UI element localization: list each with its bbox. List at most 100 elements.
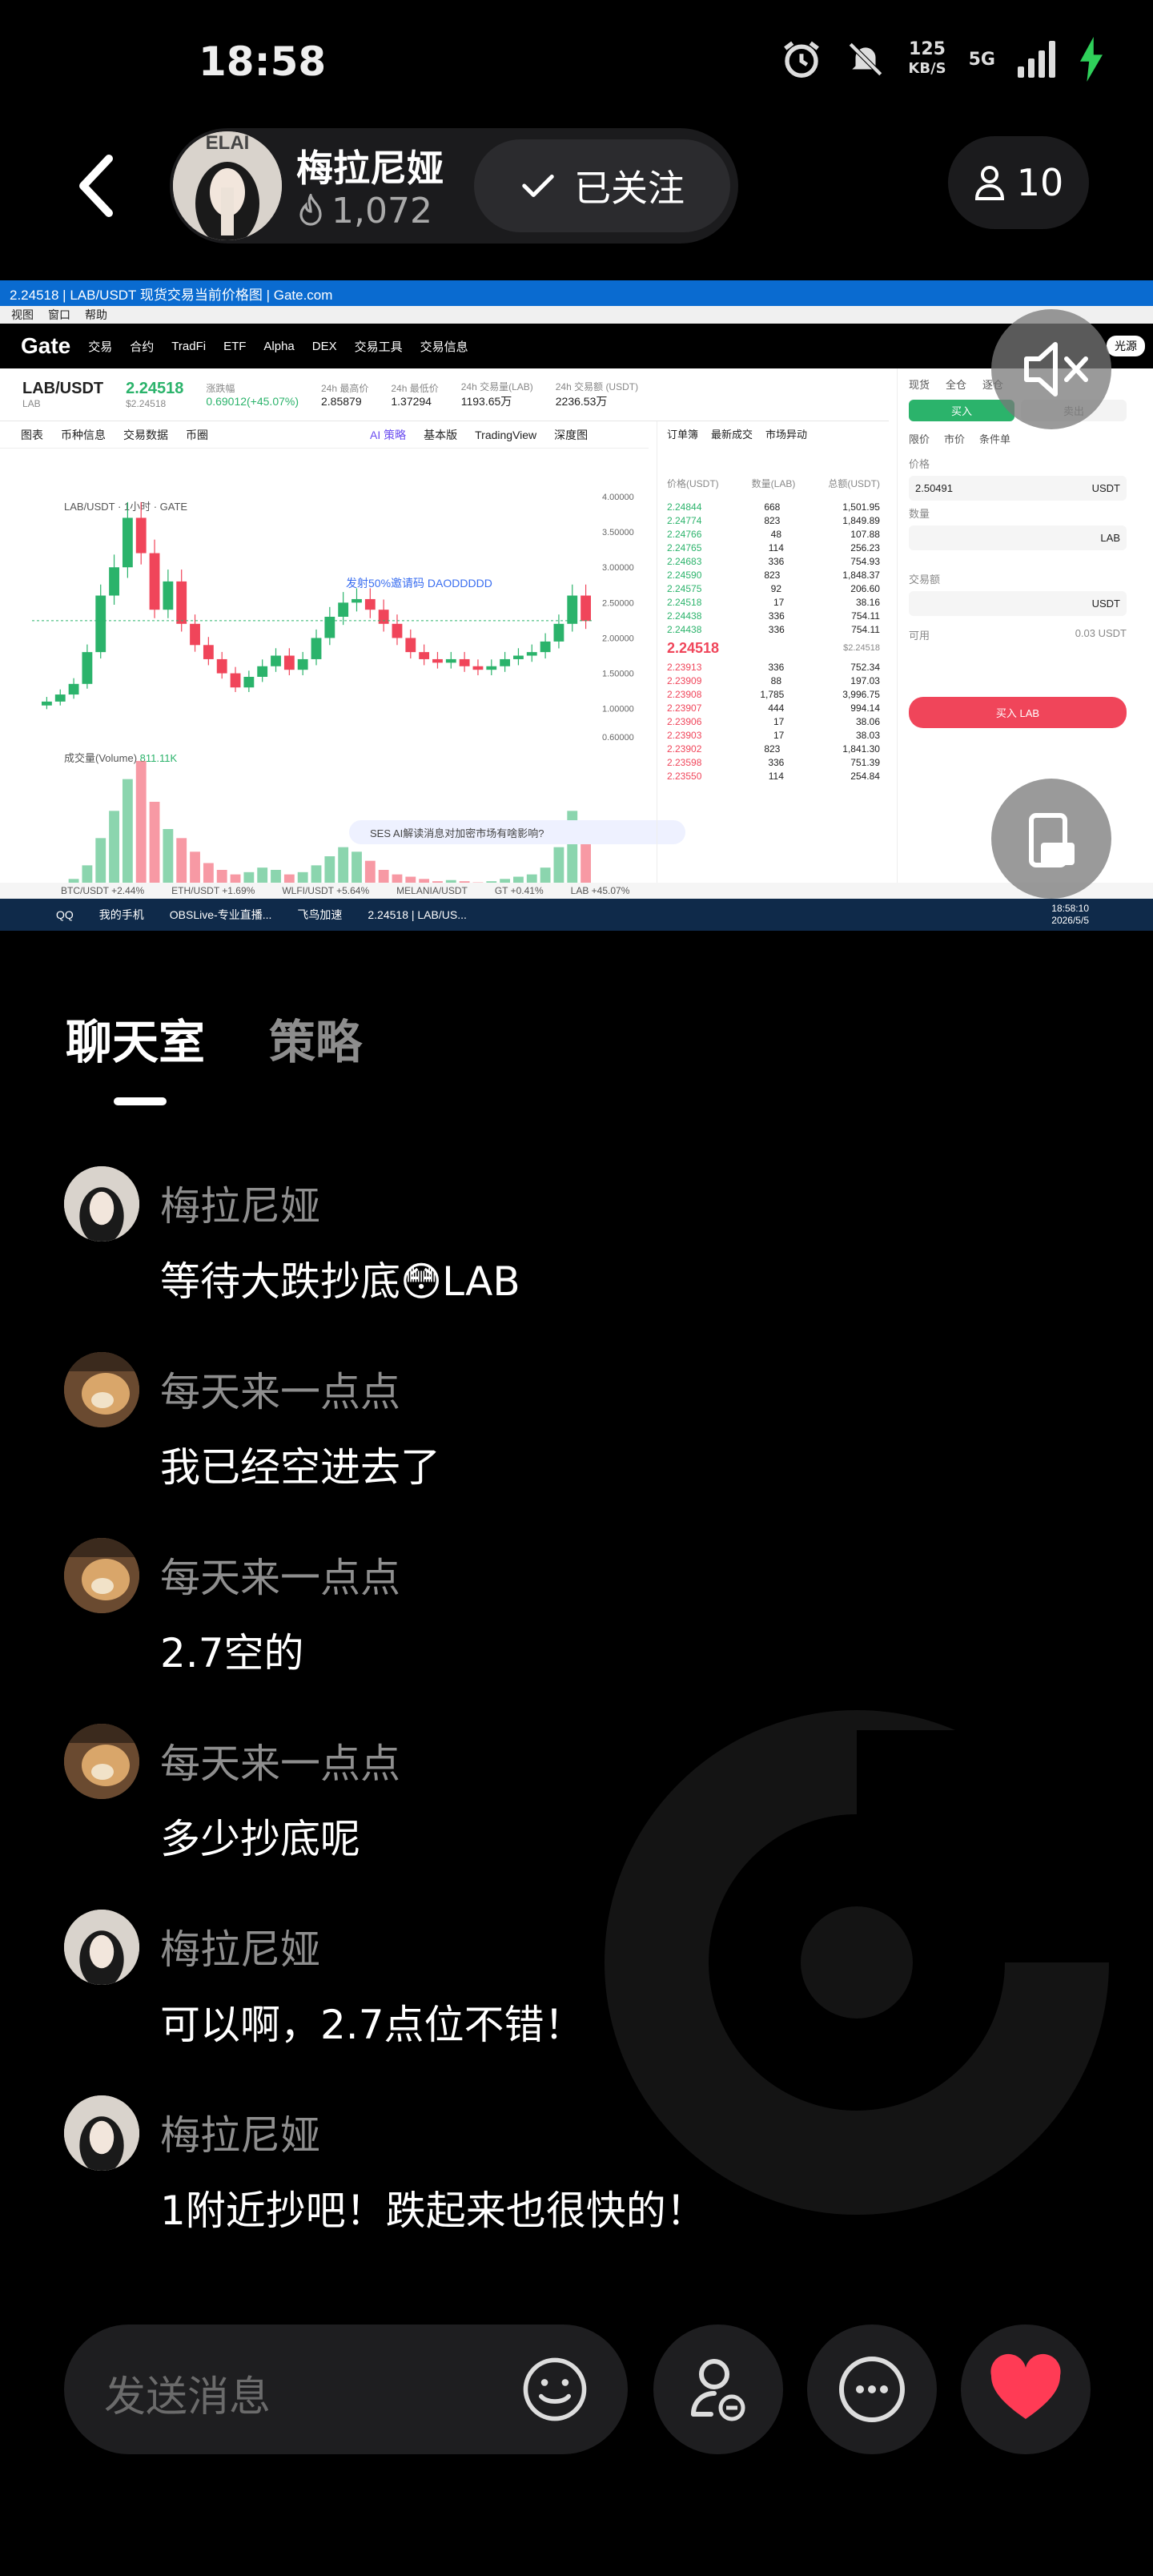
y-tick-label: 3.00000 [602, 563, 634, 573]
mute-button[interactable] [991, 309, 1111, 429]
order-book-cell: 17 [773, 729, 785, 741]
order-book-cell: 2.23550 [667, 770, 702, 782]
message-username[interactable]: 每天来一点点 [160, 1360, 400, 1418]
candle-body [216, 658, 227, 674]
tab-chat-room[interactable]: 聊天室 [66, 1004, 205, 1072]
order-book-cell: 114 [768, 541, 784, 553]
message-username[interactable]: 梅拉尼娅 [160, 2103, 320, 2161]
order-book-cell: 336 [768, 555, 785, 567]
candle-body [311, 638, 322, 659]
order-book-cell: 752.34 [850, 661, 880, 673]
order-book-cell: 2.23598 [667, 756, 702, 768]
message-avatar[interactable] [64, 1910, 139, 1985]
message-avatar[interactable] [64, 1166, 139, 1242]
flame-icon [299, 193, 322, 226]
candle-body [378, 610, 389, 624]
order-book-row: 2.24518 17 38.16 [657, 595, 890, 609]
volume-bar [135, 761, 147, 897]
like-button[interactable] [961, 2324, 1091, 2454]
candle-body [472, 666, 484, 670]
host-likes: 1,072 [296, 191, 432, 231]
message-text: 2.7空的 [160, 1630, 304, 1676]
candle-body [352, 598, 362, 603]
y-tick-label: 2.00000 [602, 634, 634, 643]
candle-body [581, 595, 591, 622]
host-avatar[interactable]: ELAI [173, 131, 282, 240]
message-username[interactable]: 每天来一点点 [160, 1546, 400, 1604]
person-icon [974, 166, 1004, 200]
message-text: 1附近抄吧！跌起来也很快的！ [160, 2188, 706, 2234]
message-username[interactable]: 梅拉尼娅 [160, 1918, 320, 1975]
viewer-count-button[interactable]: 10 [948, 136, 1089, 229]
candle-body [364, 598, 376, 610]
follow-button[interactable]: 已关注 [474, 139, 730, 232]
rotate-screen-button[interactable] [991, 779, 1111, 899]
order-book-cell: 336 [768, 756, 785, 768]
candle-body [486, 666, 497, 670]
order-book-cell: 2.24575 [667, 582, 702, 594]
candle-body [392, 623, 403, 638]
message-text: 可以啊，2.7点位不错！ [160, 2002, 585, 2048]
order-book-cell: 994.14 [850, 702, 880, 714]
order-book-cell: 2.24844 [667, 501, 702, 513]
more-button[interactable] [807, 2324, 937, 2454]
message-input-placeholder: 发送消息 [104, 2373, 271, 2421]
order-book-cell: 668 [764, 501, 781, 513]
active-tab-indicator [114, 1097, 167, 1105]
candle-body [540, 641, 551, 653]
candle-body [445, 658, 456, 663]
message-avatar[interactable] [64, 1352, 139, 1427]
order-book-cell: 2.23902 [667, 743, 702, 755]
emoji-button[interactable] [520, 2355, 589, 2427]
order-book-cell: 92 [770, 582, 782, 594]
order-book-cell: 3,996.75 [842, 688, 880, 700]
order-book-cell: 444 [768, 702, 785, 714]
message-username[interactable]: 每天来一点点 [160, 1732, 400, 1789]
candle-body [54, 694, 66, 702]
y-tick-label: 4.00000 [602, 493, 634, 502]
tab-strategy[interactable]: 策略 [269, 1004, 362, 1072]
ticker-bar: BTC/USDT +2.44% ETH/USDT +1.69% WLFI/USDT … [0, 883, 1153, 899]
message-username[interactable]: 梅拉尼娅 [160, 1174, 320, 1232]
order-book-row: 2.23598 336 751.39 [657, 755, 890, 769]
order-book-cell: 1,849.89 [842, 514, 880, 526]
y-tick-label: 1.50000 [602, 670, 634, 679]
y-tick-label: 3.50000 [602, 528, 634, 537]
back-arrow-icon [79, 155, 113, 217]
candle-body [122, 517, 133, 568]
status-icons: 125 KB/S 5G [780, 37, 1105, 82]
guest-request-button[interactable] [653, 2324, 783, 2454]
order-book-cell: 17 [773, 715, 785, 727]
order-book-row: 2.23913 336 752.34 [657, 660, 890, 674]
svg-text:ELAI: ELAI [206, 132, 250, 154]
candle-body [553, 623, 564, 642]
mute-bell-icon [849, 42, 883, 76]
candle-body [257, 666, 268, 677]
order-book-cell: 2.24683 [667, 555, 702, 567]
order-book-row: 2.24575 92 206.60 [657, 582, 890, 595]
candle-body [526, 652, 537, 656]
order-book-cell: 38.06 [855, 715, 880, 727]
candle-body [567, 595, 578, 624]
candle-body [338, 602, 349, 617]
rotate-screen-icon [1029, 813, 1075, 867]
order-book-cell: 88 [770, 674, 782, 686]
signal-icon [1018, 41, 1055, 78]
live-stream-video[interactable]: 2.24518 | LAB/USDT 现货交易当前价格图 | Gate.com … [0, 280, 1153, 931]
order-book-cell: 754.93 [850, 555, 880, 567]
message-avatar[interactable] [64, 2095, 139, 2171]
order-book-cell: 336 [768, 610, 785, 622]
order-book-cell: 254.84 [850, 770, 880, 782]
status-time: 18:58 [199, 38, 327, 85]
order-book-cell: 754.11 [851, 610, 880, 622]
order-book-cell: 2.23906 [667, 715, 702, 727]
order-book-cell: 1,785 [760, 688, 785, 700]
message-avatar[interactable] [64, 1724, 139, 1799]
candle-body [95, 595, 106, 653]
candle-body [135, 517, 147, 553]
back-button[interactable] [70, 152, 122, 219]
order-book-cell: 336 [768, 623, 785, 635]
volume-bar [122, 779, 133, 897]
message-avatar[interactable] [64, 1538, 139, 1613]
candle-body [459, 658, 470, 666]
